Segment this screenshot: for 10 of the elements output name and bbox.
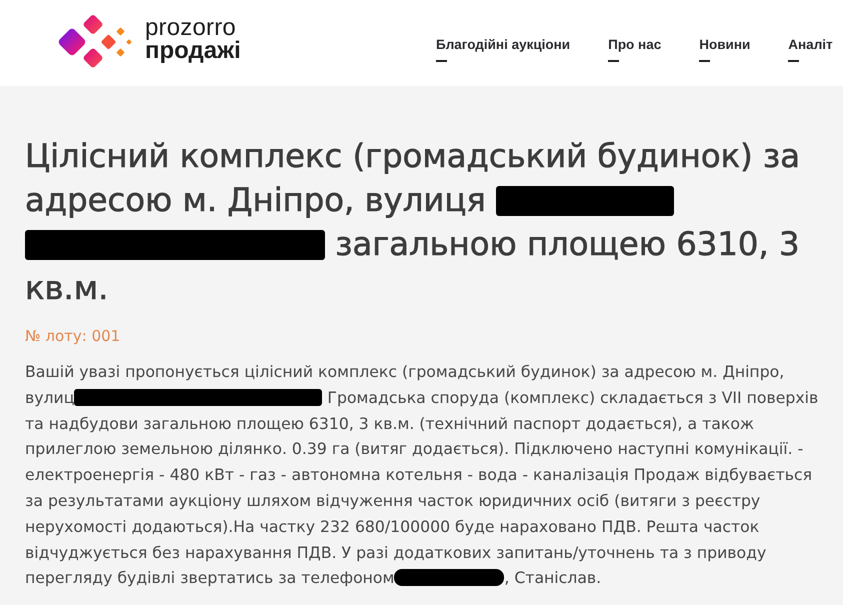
logo-icon[interactable] — [57, 14, 132, 68]
logo-subtitle: продажі — [145, 39, 241, 63]
lot-description: Вашій увазі пропонується цілісний комплекс (громадський будинок) за адресою м. Дніпро, вулиц Громадська споруда (комплекс) складається з VII поверхів та надбудови загальною площею 6310, 3 кв.м. (технічний паспорт додається), а також прилеглою земельною ділянко. 0.39 га (витяг додається). Підключено наступні комунікації. - електроенергія - 480 кВт - газ - автономна котельня - вода - каналізація Продаж відбувається за результатами аукціону шляхом відчуження часток юридичних осіб (витяги з реєстру нерухомості додаються).На частку 232 680/100000 буде нараховано ПДВ. Решта часток відчуджується без нарахування ПДВ. У разі додаткових запитань/уточнень та з приводу перегляду будівлі звертатись за телефоном , Станіслав. — [25, 361, 820, 590]
lot-title: Цілісний комплекс (громадський будинок) за адресою м. Дніпро, вулиця загальною площею 6310, 3 кв.м. — [25, 136, 801, 309]
logo-wordmark: prozorro — [145, 17, 236, 39]
lot-number: № лоту: 001 — [25, 326, 122, 347]
nav-link[interactable]: Аналіт — [788, 36, 833, 62]
nav-link[interactable]: Благодійні аукціони — [436, 36, 570, 62]
nav-link[interactable]: Про нас — [608, 36, 662, 62]
nav-link[interactable]: Новини — [699, 36, 750, 62]
